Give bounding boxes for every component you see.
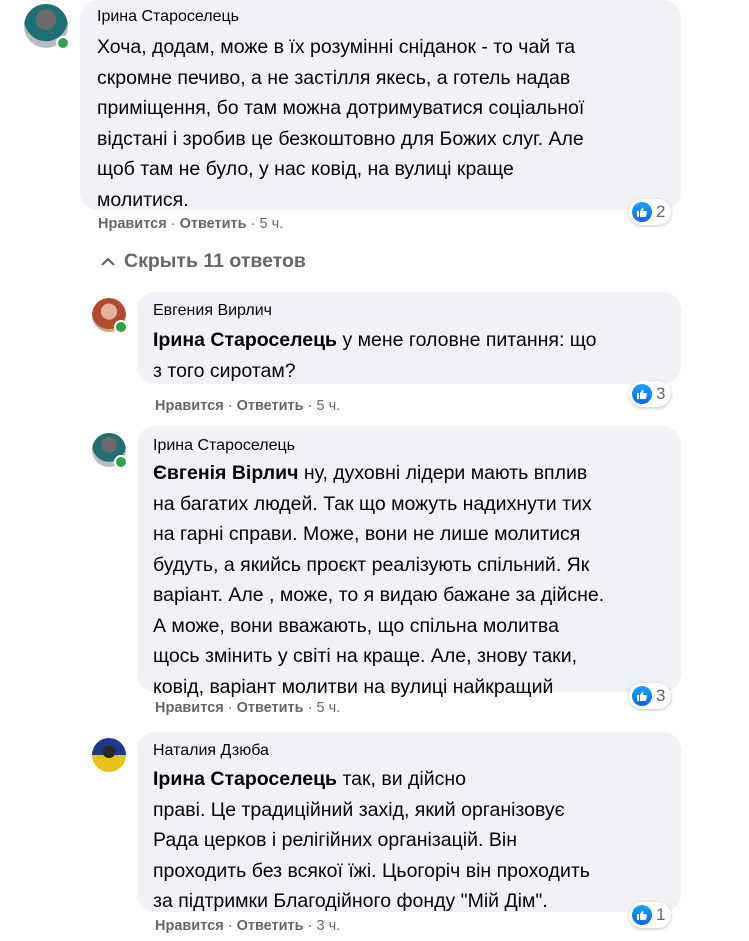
- comment-line: Хоча, додам, може в їх розумінні снідано…: [97, 36, 576, 58]
- comment-line: праві. Це традиційний захід, який органі…: [153, 798, 565, 821]
- comment-line: будуть, а якийсь проєкт реалізують спіль…: [153, 553, 590, 576]
- comment-time[interactable]: 5 ч.: [316, 398, 340, 414]
- comment-line: щоб там не було, у нас ковід, на вулиці …: [97, 158, 514, 180]
- comment-time[interactable]: 5 ч.: [316, 700, 340, 716]
- separator: ·: [307, 398, 313, 414]
- like-button[interactable]: Нравится: [155, 398, 224, 414]
- comment-line: так, ви дійсно: [337, 768, 467, 790]
- comment-line: приміщення, бо там можна дотримуватися с…: [97, 97, 585, 119]
- comment-line: проходить без всякої їжі. Цьогоріч він п…: [153, 859, 590, 882]
- comment-actions: Нравится · Ответить · 5 ч.: [155, 398, 340, 414]
- like-reaction-icon: [632, 905, 652, 925]
- mention-link[interactable]: Євгенія Вірлич: [153, 462, 298, 484]
- online-status-dot: [114, 455, 128, 469]
- reaction-number: 3: [656, 384, 666, 403]
- chevron-up-icon: [100, 250, 116, 273]
- comment-time[interactable]: 3 ч.: [316, 918, 340, 934]
- comment-line: А може, вони вважають, що спільна молитв…: [153, 614, 559, 637]
- comment-author[interactable]: Евгения Вирлич: [153, 302, 272, 320]
- reaction-count[interactable]: 3: [629, 683, 672, 709]
- avatar[interactable]: [92, 738, 126, 772]
- comment-line: за підтримки Благодійного фонду "Мій Дім…: [153, 890, 548, 912]
- comment-author[interactable]: Ірина Староселець: [153, 437, 295, 455]
- reply-button[interactable]: Ответить: [180, 216, 247, 232]
- reaction-count[interactable]: 1: [629, 902, 672, 928]
- comment-text: Ірина Староселець так, ви дійсно праві. …: [153, 764, 590, 917]
- like-reaction-icon: [632, 202, 652, 222]
- comment-author[interactable]: Наталия Дзюба: [153, 742, 269, 760]
- avatar[interactable]: [92, 433, 128, 469]
- avatar[interactable]: [92, 298, 128, 334]
- reaction-number: 3: [656, 686, 666, 705]
- separator: ·: [307, 700, 313, 716]
- comment-line: щось змінить у світі на краще. Але, знов…: [153, 645, 578, 667]
- comment-time[interactable]: 5 ч.: [259, 216, 283, 232]
- reply-button[interactable]: Ответить: [237, 918, 304, 934]
- comment-line: ковід, варіант молитви на вулиці найкращ…: [153, 675, 554, 698]
- reaction-number: 1: [656, 905, 666, 924]
- like-button[interactable]: Нравится: [98, 216, 167, 232]
- reaction-number: 2: [656, 202, 666, 221]
- avatar[interactable]: [24, 4, 70, 50]
- reply-button[interactable]: Ответить: [237, 398, 304, 414]
- comment-author[interactable]: Ірина Староселець: [97, 8, 239, 26]
- online-status-dot: [114, 320, 128, 334]
- comment-text: Хоча, додам, може в їх розумінні снідано…: [97, 32, 584, 215]
- separator: ·: [307, 918, 313, 934]
- comment-line: у мене головне питання: що: [337, 329, 597, 351]
- comment-line: на гарні справи. Може, вони не лише моли…: [153, 523, 581, 545]
- reaction-count[interactable]: 2: [629, 199, 672, 225]
- comment-text: Ірина Староселець у мене головне питання…: [153, 325, 596, 386]
- mention-link[interactable]: Ірина Староселець: [153, 768, 337, 790]
- like-button[interactable]: Нравится: [155, 918, 224, 934]
- mention-link[interactable]: Ірина Староселець: [153, 329, 337, 351]
- like-reaction-icon: [632, 686, 652, 706]
- comment-line: молитися.: [97, 188, 189, 211]
- comment-line: варіант. Але , може, то я видаю бажане з…: [153, 584, 605, 606]
- separator: ·: [250, 216, 256, 232]
- like-button[interactable]: Нравится: [155, 700, 224, 716]
- separator: ·: [227, 700, 233, 716]
- comment-text: Євгенія Вірлич ну, духовні лідери мають …: [153, 458, 604, 702]
- online-status-dot: [56, 36, 70, 50]
- reply-button[interactable]: Ответить: [237, 700, 304, 716]
- comment-line: Рада церков і релігійних організацій. Ві…: [153, 829, 517, 851]
- comment-line: на багатих людей. Так що можуть надихнут…: [153, 492, 592, 515]
- separator: ·: [227, 398, 233, 414]
- reaction-count[interactable]: 3: [629, 381, 672, 407]
- comment-line: скромне печиво, а не застілля якесь, а г…: [97, 66, 571, 89]
- comment-line: ну, духовні лідери мають вплив: [298, 462, 588, 484]
- hide-replies-button[interactable]: Скрыть 11 ответов: [100, 250, 306, 273]
- separator: ·: [170, 216, 176, 232]
- hide-replies-label: Скрыть 11 ответов: [124, 250, 306, 272]
- separator: ·: [227, 918, 233, 934]
- comment-line: з того сиротам?: [153, 359, 296, 382]
- comment-actions: Нравится · Ответить · 3 ч.: [155, 918, 340, 934]
- comment-actions: Нравится · Ответить · 5 ч.: [155, 700, 340, 716]
- comment-actions: Нравится · Ответить · 5 ч.: [98, 216, 283, 232]
- comment-line: відстані і зробив це безкоштовно для Бож…: [97, 127, 584, 150]
- like-reaction-icon: [632, 384, 652, 404]
